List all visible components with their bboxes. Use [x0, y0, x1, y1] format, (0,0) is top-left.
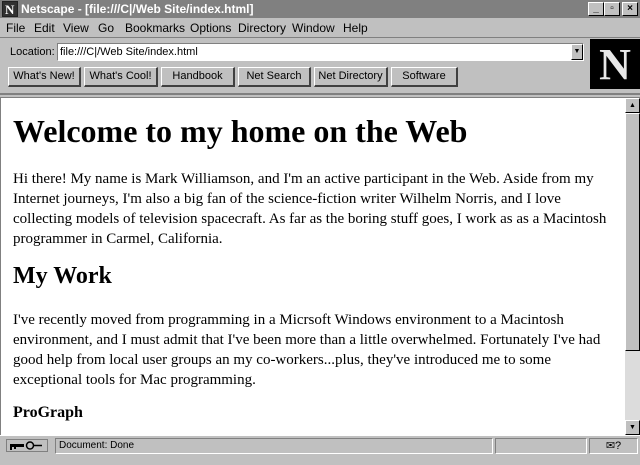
toolbar-area: Location: file:///C|/Web Site/index.html…: [0, 39, 640, 95]
progress-field: [495, 438, 587, 454]
scroll-thumb[interactable]: [625, 113, 640, 351]
netscape-icon[interactable]: N: [2, 1, 18, 17]
window-title: Netscape - [file:///C|/Web Site/index.ht…: [21, 2, 254, 16]
menu-go[interactable]: Go: [98, 21, 114, 35]
section-heading-my-work: My Work: [13, 263, 112, 289]
work-paragraph: I've recently moved from programming in …: [13, 312, 601, 388]
location-label: Location:: [10, 46, 55, 58]
minimize-button[interactable]: _: [588, 2, 604, 16]
svg-text:N: N: [5, 2, 15, 16]
net-directory-button[interactable]: Net Directory: [314, 67, 388, 87]
arrow-down-icon: ▼: [629, 424, 636, 431]
title-bar: N Netscape - [file:///C|/Web Site/index.…: [0, 0, 640, 18]
whats-cool-button[interactable]: What's Cool!: [84, 67, 158, 87]
menu-options[interactable]: Options: [190, 21, 231, 35]
vertical-scrollbar[interactable]: ▲ ▼: [625, 97, 640, 435]
handbook-button[interactable]: Handbook: [161, 67, 235, 87]
page-heading: Welcome to my home on the Web: [13, 113, 468, 149]
menu-help[interactable]: Help: [343, 21, 368, 35]
arrow-up-icon: ▲: [629, 102, 636, 109]
scroll-up-button[interactable]: ▲: [625, 98, 640, 113]
netscape-logo[interactable]: N: [590, 39, 640, 89]
subheading-prograph: ProGraph: [13, 404, 83, 421]
close-button[interactable]: ×: [622, 2, 638, 16]
logo-letter: N: [599, 40, 631, 89]
page-content: Welcome to my home on the Web Hi there! …: [0, 97, 625, 435]
menu-bar: File Edit View Go Bookmarks Options Dire…: [0, 18, 640, 38]
maximize-button[interactable]: ▫: [604, 2, 620, 16]
menu-view[interactable]: View: [63, 21, 89, 35]
key-icon[interactable]: [6, 439, 48, 452]
software-button[interactable]: Software: [391, 67, 458, 87]
menu-file[interactable]: File: [6, 21, 25, 35]
scroll-down-button[interactable]: ▼: [625, 420, 640, 435]
location-dropdown-button[interactable]: ▼: [571, 44, 583, 60]
mail-icon[interactable]: ✉?: [589, 438, 638, 454]
menu-bookmarks[interactable]: Bookmarks: [125, 21, 185, 35]
intro-paragraph: Hi there! My name is Mark Williamson, an…: [13, 171, 607, 247]
status-bar: Document: Done ✉?: [0, 435, 640, 465]
status-text: Document: Done: [55, 438, 493, 454]
whats-new-button[interactable]: What's New!: [8, 67, 81, 87]
net-search-button[interactable]: Net Search: [238, 67, 311, 87]
menu-directory[interactable]: Directory: [238, 21, 286, 35]
menu-edit[interactable]: Edit: [34, 21, 55, 35]
chevron-down-icon: ▼: [573, 48, 581, 55]
menu-window[interactable]: Window: [292, 21, 335, 35]
location-input[interactable]: file:///C|/Web Site/index.html: [57, 43, 584, 61]
